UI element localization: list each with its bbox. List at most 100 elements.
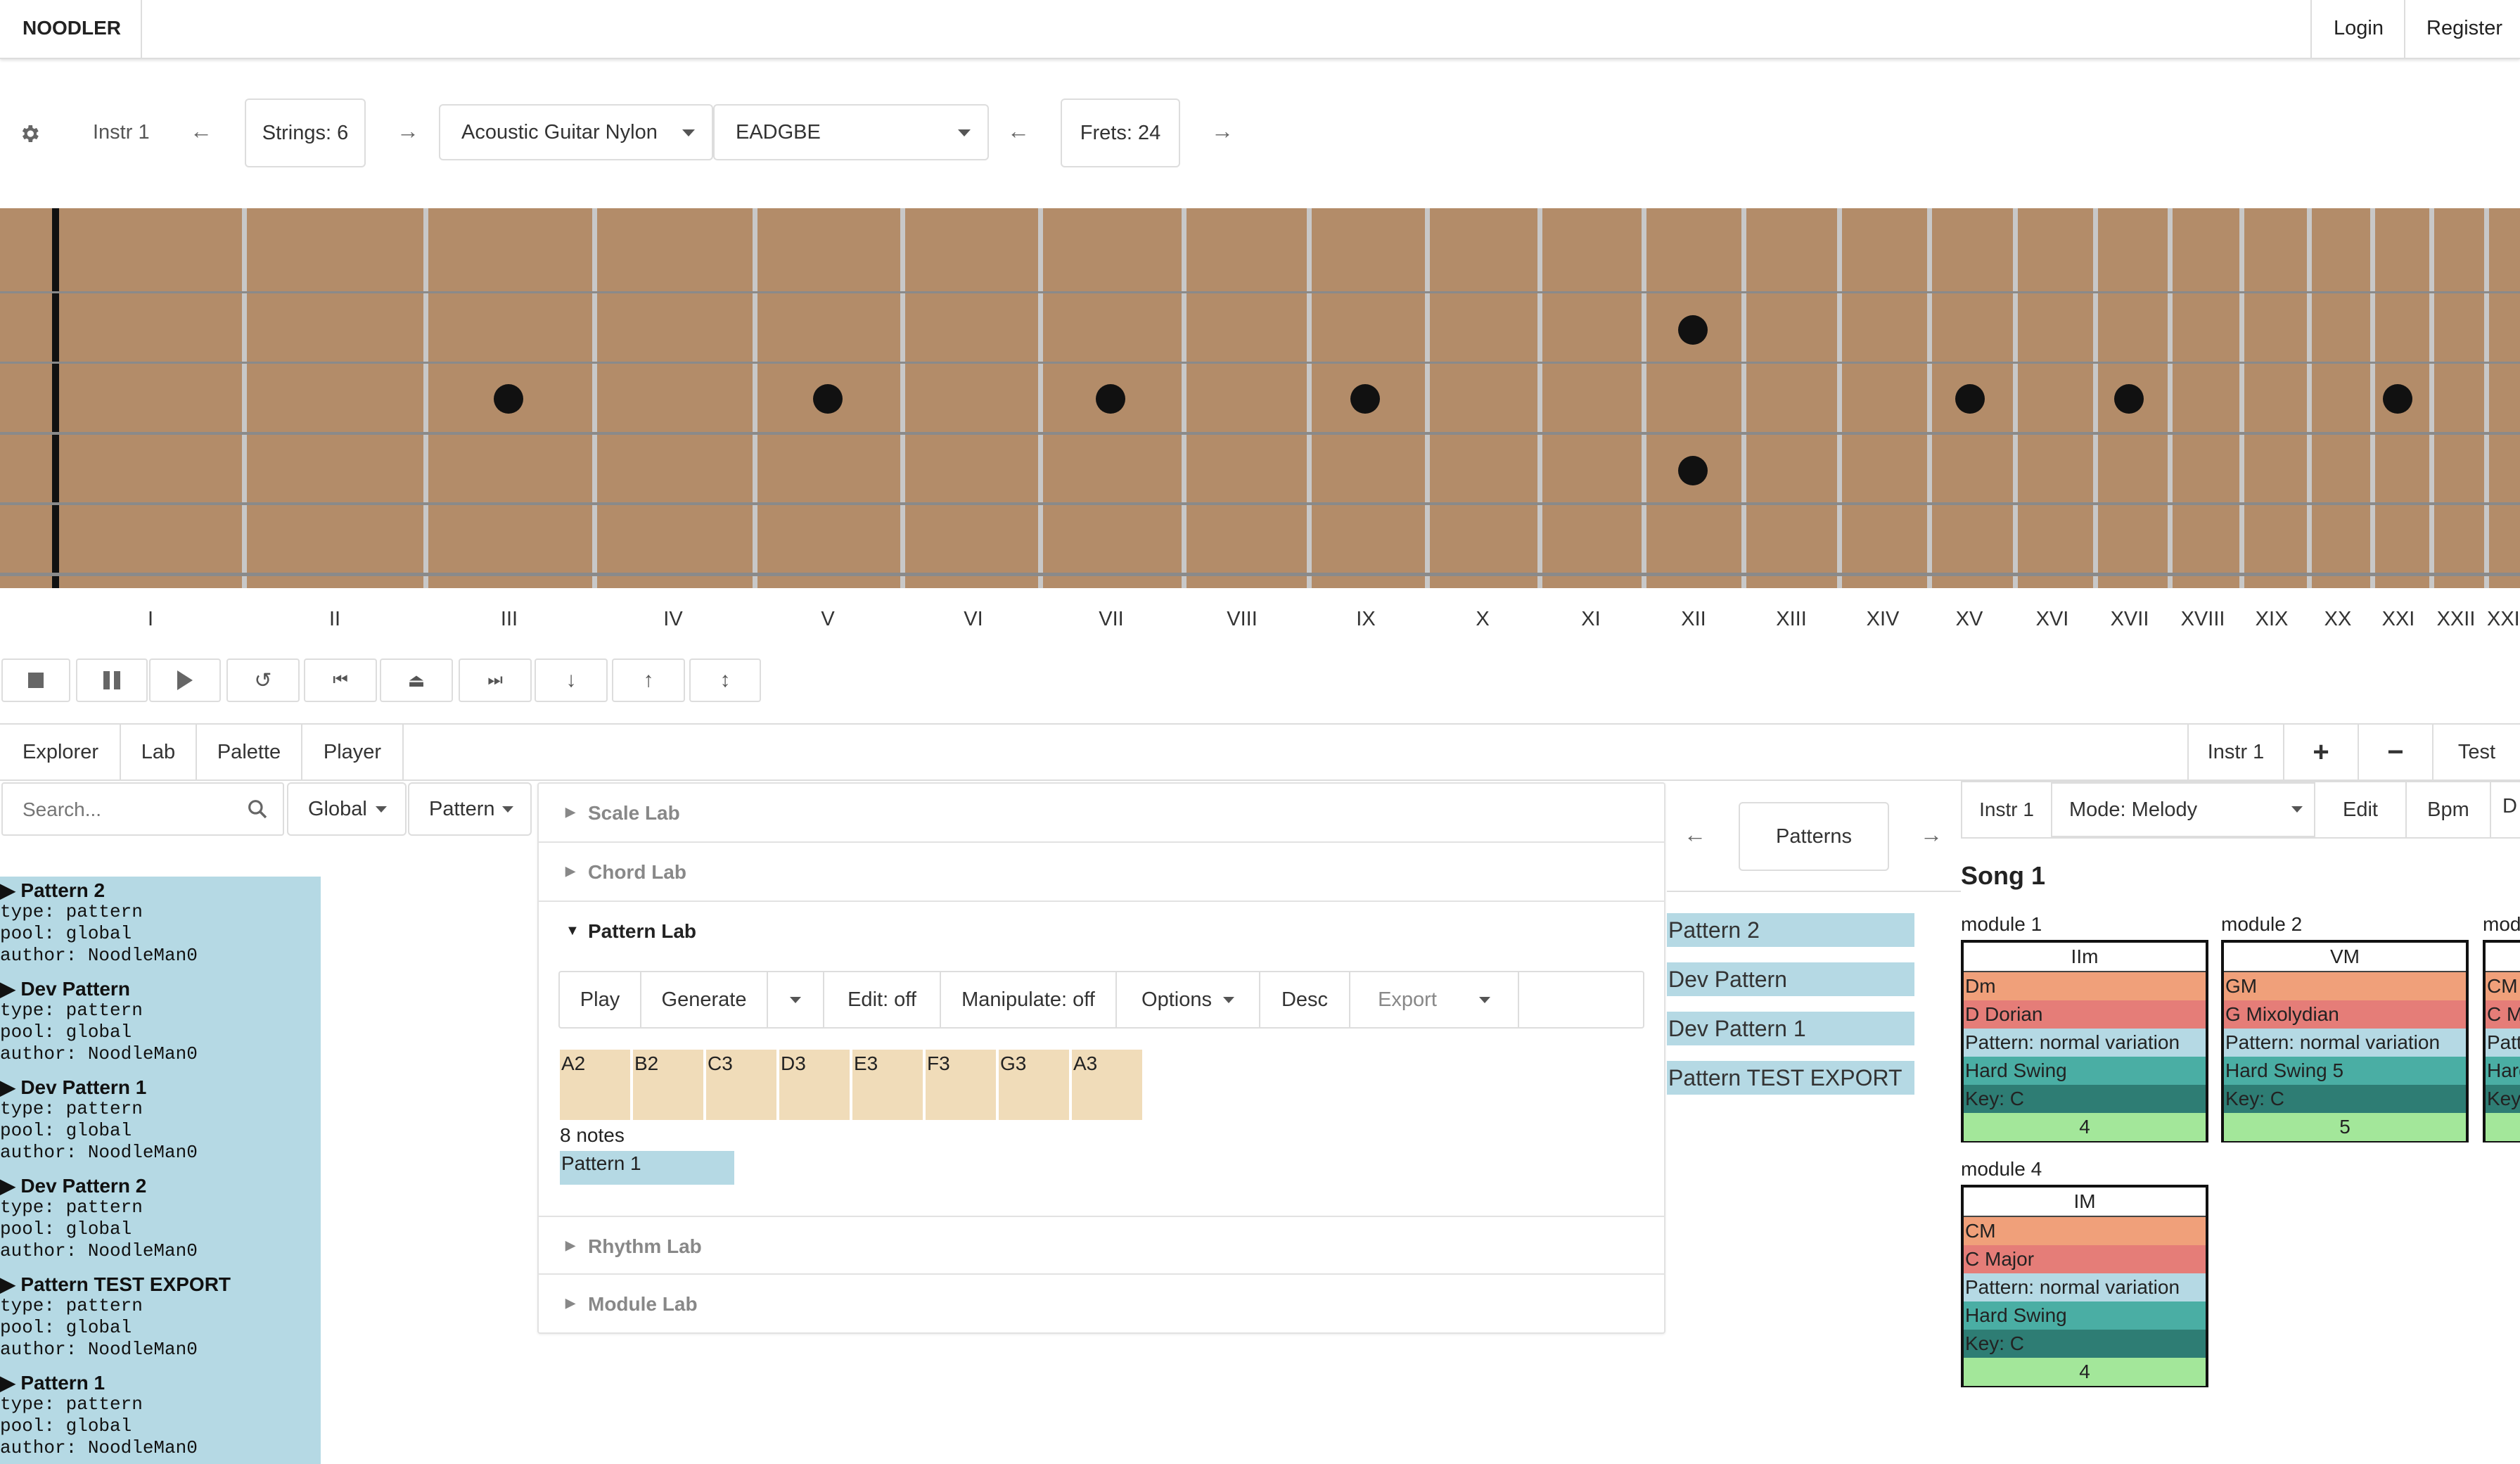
pattern-list-item[interactable]: Pattern 2: [1667, 913, 1914, 947]
song-instrument-tab[interactable]: Instr 1: [1962, 782, 2051, 837]
prev-strings-icon[interactable]: ←: [190, 118, 212, 144]
bpm-button[interactable]: Bpm: [2407, 782, 2491, 837]
expand-triangle-icon[interactable]: ▶: [0, 879, 20, 901]
export-select[interactable]: Export: [1350, 971, 1519, 1029]
stop-button[interactable]: [1, 658, 70, 702]
frets-button[interactable]: Frets: 24: [1061, 98, 1180, 167]
module-card[interactable]: IM CM C Major Pattern: normal variation …: [1961, 1185, 2208, 1387]
chord-lab-header[interactable]: ▶ Chord Lab: [537, 843, 1665, 902]
arrow-down-button[interactable]: ↓: [535, 658, 608, 702]
pattern-list-item[interactable]: Pattern TEST EXPORT: [1667, 1061, 1914, 1095]
list-item[interactable]: ▶ Pattern 2 type: pattern pool: global a…: [0, 879, 321, 978]
module-count: 5: [2224, 1113, 2466, 1141]
scale-lab-header[interactable]: ▶ Scale Lab: [537, 784, 1665, 843]
next-patterns-icon[interactable]: →: [1920, 822, 1943, 848]
patterns-button[interactable]: Patterns: [1739, 802, 1889, 871]
module-card[interactable]: CM C M Patt Hard Key: [2483, 940, 2520, 1142]
search-icon[interactable]: [246, 798, 269, 824]
arrow-updown-button[interactable]: ↕: [689, 658, 761, 702]
edit-toggle-button[interactable]: Edit: off: [824, 971, 941, 1029]
gear-icon[interactable]: [18, 122, 41, 145]
module-pattern: Pattern: normal variation: [1964, 1273, 2206, 1301]
list-item-type: type: pattern: [0, 901, 143, 922]
tab-palette[interactable]: Palette: [197, 725, 302, 779]
search-box[interactable]: [1, 782, 284, 836]
register-link[interactable]: Register: [2426, 17, 2502, 40]
fret-marker: [813, 384, 843, 414]
prev-patterns-icon[interactable]: ←: [1684, 822, 1706, 848]
note-cell[interactable]: E3: [852, 1050, 924, 1120]
next-frets-icon[interactable]: →: [1211, 118, 1234, 144]
tab-player[interactable]: Player: [302, 725, 404, 779]
plus-icon: +: [2313, 736, 2329, 768]
string: [0, 573, 2520, 576]
brand-logo[interactable]: NOODLER: [23, 17, 121, 39]
expand-triangle-icon[interactable]: ▶: [0, 1175, 20, 1197]
note-cell[interactable]: F3: [926, 1050, 997, 1120]
add-instrument-button[interactable]: +: [2284, 725, 2359, 779]
remove-instrument-button[interactable]: −: [2359, 725, 2433, 779]
fretboard[interactable]: [0, 208, 2520, 588]
fret: [2093, 208, 2098, 588]
note-cell[interactable]: C3: [706, 1050, 778, 1120]
module-lab-header[interactable]: ▶ Module Lab: [537, 1275, 1665, 1334]
pause-button[interactable]: [76, 658, 148, 702]
options-button[interactable]: Options: [1117, 971, 1260, 1029]
expand-triangle-icon[interactable]: ▶: [0, 1076, 20, 1098]
type-select[interactable]: Pattern: [408, 782, 532, 836]
search-input[interactable]: [21, 796, 235, 823]
expand-triangle-icon[interactable]: ▶: [0, 978, 20, 1000]
login-link[interactable]: Login: [2334, 17, 2384, 40]
sound-select[interactable]: Acoustic Guitar Nylon: [439, 104, 713, 160]
module-card[interactable]: VM GM G Mixolydian Pattern: normal varia…: [2221, 940, 2469, 1142]
list-item[interactable]: ▶ Dev Pattern 2 type: pattern pool: glob…: [0, 1175, 321, 1273]
pattern-list-item[interactable]: Dev Pattern: [1667, 962, 1914, 996]
eject-button[interactable]: ⏏: [380, 658, 453, 702]
rhythm-lab-header[interactable]: ▶ Rhythm Lab: [537, 1216, 1665, 1275]
pattern-list-item[interactable]: Dev Pattern 1: [1667, 1012, 1914, 1045]
scope-select[interactable]: Global: [287, 782, 407, 836]
expand-triangle-icon[interactable]: ▶: [0, 1273, 20, 1295]
instrument-label[interactable]: Instr 1: [93, 121, 150, 144]
note-cell[interactable]: A3: [1072, 1050, 1144, 1120]
caret-down-icon: ▼: [565, 923, 580, 938]
generate-dropdown-button[interactable]: [768, 971, 824, 1029]
song-toolbar-partial-button[interactable]: D: [2502, 795, 2517, 818]
tab-lab[interactable]: Lab: [121, 725, 197, 779]
skip-back-button[interactable]: ⏮: [304, 658, 377, 702]
fret: [1927, 208, 1932, 588]
arrow-up-icon: ↑: [643, 668, 654, 692]
module-count: [2486, 1113, 2520, 1141]
note-cell[interactable]: A2: [560, 1050, 632, 1120]
next-strings-icon[interactable]: →: [397, 118, 419, 144]
tuning-select[interactable]: EADGBE: [713, 104, 989, 160]
module-card[interactable]: IIm Dm D Dorian Pattern: normal variatio…: [1961, 940, 2208, 1142]
play-button[interactable]: [149, 658, 221, 702]
tab-explorer[interactable]: Explorer: [1, 725, 121, 779]
generate-button[interactable]: Generate: [641, 971, 768, 1029]
list-item[interactable]: ▶ Dev Pattern 1 type: pattern pool: glob…: [0, 1076, 321, 1175]
tab-instrument[interactable]: Instr 1: [2187, 725, 2284, 779]
module-partial-wrap: mod CM C M Patt Hard Key: [2481, 913, 2520, 1145]
manipulate-toggle-button[interactable]: Manipulate: off: [941, 971, 1117, 1029]
module-label: module 2: [2221, 913, 2303, 935]
skip-forward-button[interactable]: ⏭: [459, 658, 532, 702]
loop-button[interactable]: ↺: [226, 658, 300, 702]
string: [0, 291, 2520, 293]
strings-button[interactable]: Strings: 6: [245, 98, 366, 167]
mode-select[interactable]: Mode: Melody: [2051, 782, 2315, 837]
note-cell[interactable]: D3: [779, 1050, 851, 1120]
list-item[interactable]: ▶ Pattern TEST EXPORT type: pattern pool…: [0, 1273, 321, 1372]
test-button[interactable]: Test: [2433, 725, 2520, 779]
pattern-name-chip[interactable]: Pattern 1: [560, 1151, 734, 1185]
note-cell[interactable]: B2: [633, 1050, 705, 1120]
arrow-up-button[interactable]: ↑: [612, 658, 685, 702]
desc-button[interactable]: Desc: [1260, 971, 1350, 1029]
list-item[interactable]: ▶ Dev Pattern type: pattern pool: global…: [0, 978, 321, 1076]
prev-frets-icon[interactable]: ←: [1007, 118, 1030, 144]
play-pattern-button[interactable]: Play: [560, 971, 641, 1029]
song-edit-button[interactable]: Edit: [2315, 782, 2407, 837]
expand-triangle-icon[interactable]: ▶: [0, 1372, 20, 1394]
note-cell[interactable]: G3: [999, 1050, 1070, 1120]
list-item[interactable]: ▶ Pattern 1 type: pattern pool: global a…: [0, 1372, 321, 1464]
